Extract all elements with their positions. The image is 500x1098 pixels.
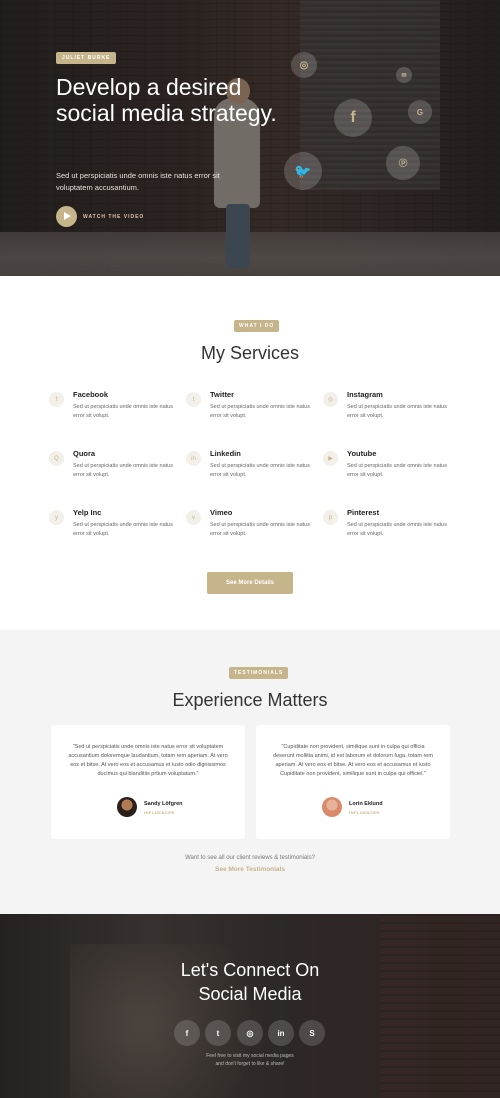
service-name: Pinterest <box>347 508 380 517</box>
services-title: My Services <box>200 343 299 363</box>
facebook-icon[interactable]: f <box>174 1020 200 1046</box>
service-name: Facebook <box>73 390 109 399</box>
service-text: Sed ut perspiciatis unde omnis iste natu… <box>210 463 310 478</box>
vimeo-icon: v <box>186 510 201 525</box>
service-text: Sed ut perspiciatis unde omnis iste natu… <box>73 404 173 419</box>
watch-video-link[interactable]: WATCH THE VIDEO <box>83 214 144 220</box>
connect-title-line2: Social Media <box>198 984 302 1004</box>
service-text: Sed ut perspiciatis unde omnis iste natu… <box>210 522 310 537</box>
twitter-icon[interactable]: 🐦 <box>284 152 322 190</box>
testimonial-name: Sandy Löfgren <box>144 801 183 807</box>
service-name: Twitter <box>210 390 235 399</box>
email-icon[interactable]: ✉ <box>396 67 412 83</box>
skype-icon[interactable]: S <box>299 1020 325 1046</box>
connect-title: Let's Connect On Social Media <box>0 958 500 1006</box>
hero-description: Sed ut perspiciatis unde omnis iste natu… <box>56 171 220 192</box>
google-icon[interactable]: G <box>408 100 432 124</box>
service-text: Sed ut perspiciatis unde omnis iste natu… <box>347 404 447 419</box>
hero-badge: JULIET BURKE <box>56 52 117 64</box>
linkedin-icon: in <box>186 451 201 466</box>
twitter-icon: t <box>186 392 201 407</box>
service-name: Yelp Inc <box>73 508 102 517</box>
instagram-icon[interactable]: ◎ <box>237 1020 263 1046</box>
see-more-details-button[interactable]: See More Details <box>207 572 293 594</box>
facebook-icon[interactable]: f <box>334 99 372 137</box>
service-text: Sed ut perspiciatis unde omnis iste natu… <box>347 522 447 537</box>
twitter-icon[interactable]: t <box>205 1020 231 1046</box>
services-section: WHAT I DO My Services f Facebook Sed ut … <box>0 276 500 630</box>
avatar <box>117 797 137 817</box>
pinterest-icon[interactable]: ℗ <box>386 146 420 180</box>
hero-section: ◎ ✉ f G ℗ 🐦 JULIET BURKE Develop a desir… <box>0 0 500 276</box>
connect-title-line1: Let's Connect On <box>180 960 320 980</box>
connect-footnote: Feel free to visit my social media pages… <box>206 1053 294 1067</box>
testimonial-role: INFLUENCER <box>349 810 380 815</box>
testimonials-title: Experience Matters <box>172 690 328 710</box>
service-name: Youtube <box>347 449 377 458</box>
service-text: Sed ut perspiciatis unde omnis iste natu… <box>73 463 173 478</box>
service-name: Linkedin <box>210 449 241 458</box>
facebook-icon: f <box>49 392 64 407</box>
youtube-icon: ▶ <box>323 451 338 466</box>
testimonials-section: TESTIMONIALS Experience Matters "Sed ut … <box>0 630 500 914</box>
testimonial-card: "Cupiditate non provident, similique sun… <box>256 725 450 839</box>
testimonials-badge: TESTIMONIALS <box>229 667 289 679</box>
connect-section: Let's Connect On Social Media f t ◎ in S… <box>0 914 500 1098</box>
service-text: Sed ut perspiciatis unde omnis iste natu… <box>73 522 173 537</box>
testimonial-card: "Sed ut perspiciatis unde omnis iste nat… <box>51 725 245 839</box>
testimonial-role: INFLUENCER <box>144 810 175 815</box>
hero-title: Develop a desired social media strategy. <box>56 74 277 126</box>
testimonial-quote: "Cupiditate non provident, similique sun… <box>273 744 433 777</box>
service-text: Sed ut perspiciatis unde omnis iste natu… <box>210 404 310 419</box>
testimonial-quote: "Sed ut perspiciatis unde omnis iste nat… <box>68 744 228 777</box>
service-name: Vimeo <box>210 508 233 517</box>
services-badge: WHAT I DO <box>234 320 280 332</box>
instagram-icon: ◎ <box>323 392 338 407</box>
service-name: Instagram <box>347 390 383 399</box>
service-text: Sed ut perspiciatis unde omnis iste natu… <box>347 463 447 478</box>
testimonial-name: Lorin Eklund <box>349 801 383 807</box>
play-video-button[interactable] <box>56 206 77 227</box>
see-more-testimonials-link[interactable]: See More Testimonials <box>0 866 500 873</box>
quora-icon: Q <box>49 451 64 466</box>
avatar <box>322 797 342 817</box>
linkedin-icon[interactable]: in <box>268 1020 294 1046</box>
service-name: Quora <box>73 449 96 458</box>
yelp-icon: y <box>49 510 64 525</box>
pinterest-icon: p <box>323 510 338 525</box>
testimonials-question: Want to see all our client reviews & tes… <box>185 855 315 861</box>
